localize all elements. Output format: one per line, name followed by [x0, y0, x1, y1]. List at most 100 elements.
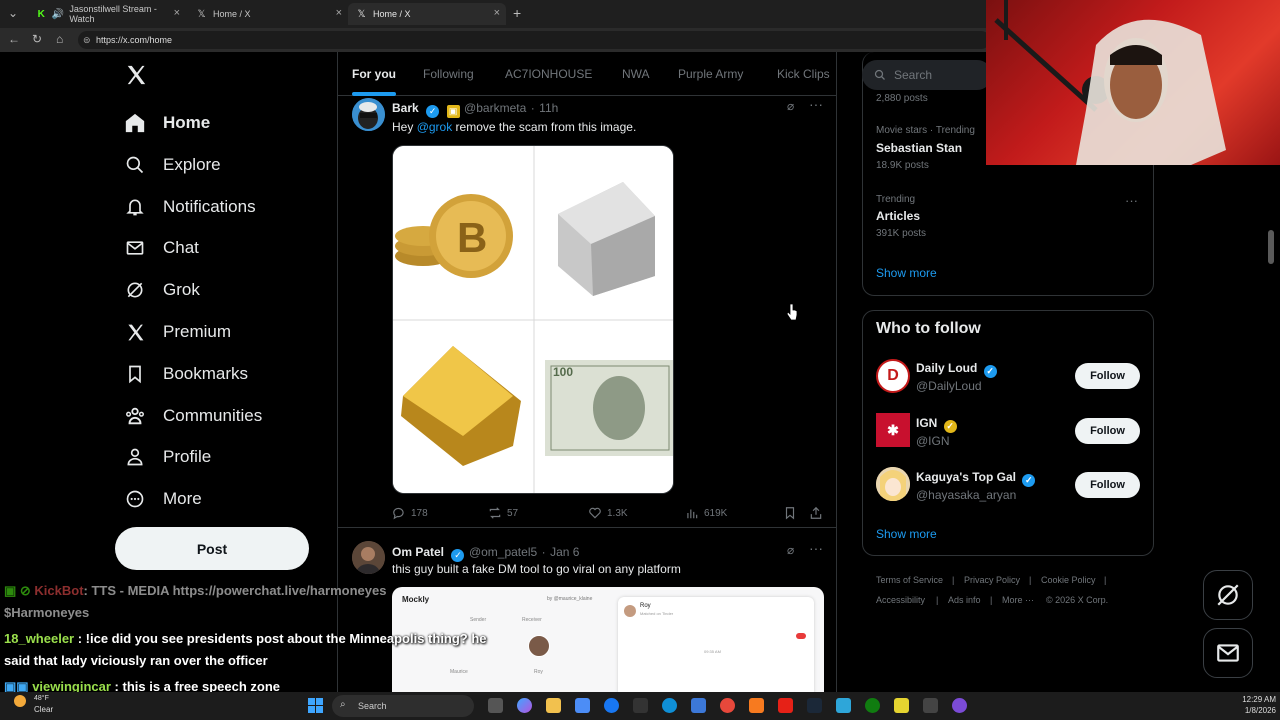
reload-icon[interactable]: ↻ [32, 32, 42, 46]
tab-list-icon[interactable]: ⌄ [8, 6, 18, 20]
nav-bookmarks[interactable]: Bookmarks [124, 359, 248, 389]
tweet[interactable]: Bark ✓ ▣ @barkmeta · 11h ⌀ ··· Hey @grok… [338, 96, 836, 528]
show-more-link[interactable]: Show more [876, 527, 937, 541]
tab-ac7ionhouse[interactable]: AC7IONHOUSE [505, 67, 592, 81]
trend-title[interactable]: Articles [876, 209, 920, 223]
follow-button[interactable]: Follow [1075, 418, 1140, 444]
taskbar-search[interactable]: ⌕ Search [332, 695, 474, 717]
author-handle[interactable]: @om_patel5 [469, 545, 537, 559]
trend-title[interactable]: Sebastian Stan [876, 141, 962, 155]
footer-terms[interactable]: Terms of Service [876, 575, 943, 585]
post-button[interactable]: Post [115, 527, 309, 570]
tab-for-you[interactable]: For you [352, 67, 396, 81]
views-button[interactable]: 619K [685, 506, 727, 520]
grok-floating-button[interactable] [1203, 570, 1253, 620]
nav-premium[interactable]: Premium [124, 317, 231, 347]
share-button[interactable] [809, 506, 828, 520]
weather-icon[interactable] [14, 695, 26, 707]
account-name[interactable]: IGN ✓ [916, 416, 957, 433]
chat-text: : TTS - MEDIA https://powerchat.live/har… [83, 583, 387, 598]
chat-username: 18_wheeler [4, 631, 75, 646]
facebook-icon[interactable] [604, 698, 619, 713]
tab-nwa[interactable]: NWA [622, 67, 650, 81]
search-input[interactable]: Search [862, 60, 992, 90]
avatar[interactable] [352, 541, 385, 574]
account-name[interactable]: Daily Loud ✓ [916, 361, 997, 378]
more-options-icon[interactable]: ··· [809, 96, 823, 112]
bookmark-button[interactable] [783, 506, 802, 520]
avatar[interactable]: D [876, 359, 910, 393]
author-name[interactable]: Bark [392, 101, 419, 115]
close-icon[interactable]: × [174, 7, 180, 19]
avatar[interactable] [352, 98, 385, 131]
calculator-icon[interactable] [691, 698, 706, 713]
footer-more[interactable]: More ··· [1002, 595, 1034, 605]
tab-kick-clips[interactable]: Kick Clips [777, 67, 830, 81]
file-explorer-icon[interactable] [546, 698, 561, 713]
tweet-image[interactable]: B 100 [392, 145, 674, 494]
back-icon[interactable]: ← [8, 32, 20, 46]
avatar[interactable] [876, 467, 910, 501]
footer-accessibility[interactable]: Accessibility [876, 595, 925, 605]
mention-link[interactable]: @grok [417, 120, 453, 134]
browser-tab-x-1[interactable]: 𝕏 Home / X × [188, 3, 348, 25]
footer-cookie[interactable]: Cookie Policy [1041, 575, 1096, 585]
nav-explore[interactable]: Explore [124, 150, 221, 180]
browser-tab-x-2[interactable]: 𝕏 Home / X × [348, 3, 506, 25]
store-icon[interactable] [575, 698, 590, 713]
edge-icon[interactable] [662, 698, 677, 713]
messages-floating-button[interactable] [1203, 628, 1253, 678]
tweet-time[interactable]: 11h [539, 101, 558, 115]
scrollbar-thumb[interactable] [1268, 230, 1274, 264]
close-icon[interactable]: × [336, 7, 342, 19]
more-options-icon[interactable]: ··· [809, 540, 823, 556]
x-logo-icon[interactable] [125, 64, 149, 88]
reply-button[interactable]: 178 [392, 506, 428, 520]
like-button[interactable]: 1.3K [588, 506, 628, 520]
task-view-icon[interactable] [488, 698, 503, 713]
home-icon[interactable]: ⌂ [56, 32, 63, 46]
nav-more[interactable]: More [124, 484, 202, 514]
more-options-icon[interactable]: ··· [1125, 193, 1138, 208]
grok-icon[interactable]: ⌀ [787, 543, 794, 557]
footer-ads-info[interactable]: Ads info [948, 595, 981, 605]
footer-privacy[interactable]: Privacy Policy [964, 575, 1020, 585]
account-name[interactable]: Kaguya's Top Gal ✓ [916, 470, 1036, 487]
follow-button[interactable]: Follow [1075, 472, 1140, 498]
nav-home[interactable]: Home [124, 108, 210, 138]
tab-purple-army[interactable]: Purple Army [678, 67, 743, 81]
show-more-link[interactable]: Show more [876, 266, 937, 280]
nav-profile[interactable]: Profile [124, 442, 211, 472]
avatar[interactable]: ✱ [876, 413, 910, 447]
tweet-time[interactable]: Jan 6 [550, 545, 579, 559]
close-icon[interactable]: × [494, 7, 500, 19]
chrome-icon[interactable] [720, 698, 735, 713]
copilot-icon[interactable] [517, 698, 532, 713]
obs-icon[interactable] [923, 698, 938, 713]
author-name[interactable]: Om Patel [392, 545, 444, 559]
site-info-icon[interactable]: ⊜ [83, 31, 91, 49]
repost-button[interactable]: 57 [488, 506, 518, 520]
nav-chat[interactable]: Chat [124, 233, 199, 263]
new-tab-icon[interactable]: + [513, 5, 521, 21]
windows-start-icon[interactable] [308, 698, 323, 713]
browser-tab-kick[interactable]: K 🔊 Jasonstilwell Stream - Watch × [28, 3, 186, 25]
nav-notifications[interactable]: Notifications [124, 192, 256, 222]
tab-following[interactable]: Following [423, 67, 474, 81]
clock[interactable]: 12:29 AM 1/8/2026 [1226, 694, 1276, 716]
app-icon[interactable] [952, 698, 967, 713]
author-handle[interactable]: @barkmeta [464, 101, 526, 115]
follow-button[interactable]: Follow [1075, 363, 1140, 389]
app-icon[interactable] [836, 698, 851, 713]
steam-icon[interactable] [807, 698, 822, 713]
amazon-icon[interactable] [633, 698, 648, 713]
grok-icon[interactable]: ⌀ [787, 99, 794, 113]
youtube-icon[interactable] [778, 698, 793, 713]
verified-badge-icon: ✓ [451, 549, 465, 562]
nav-grok[interactable]: Grok [124, 275, 200, 305]
vlc-icon[interactable] [749, 698, 764, 713]
nav-communities[interactable]: Communities [124, 401, 262, 431]
sticky-notes-icon[interactable] [894, 698, 909, 713]
xbox-icon[interactable] [865, 698, 880, 713]
url-field[interactable]: ⊜ https://x.com/home [78, 31, 990, 49]
